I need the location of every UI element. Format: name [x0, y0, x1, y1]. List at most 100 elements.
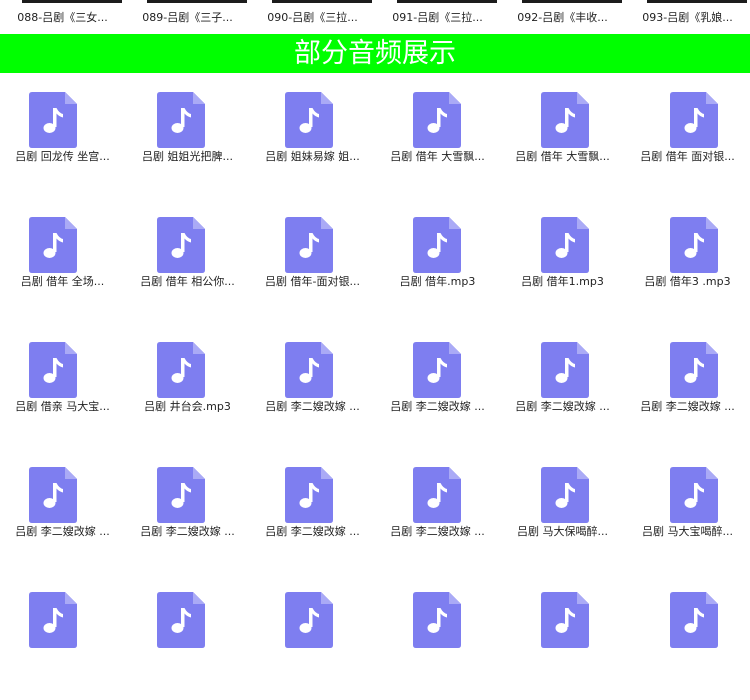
audio-file-label: 吕剧 借亲 马大宝...	[15, 400, 110, 413]
audio-file-label: 吕剧 借年 相公你...	[140, 275, 235, 288]
audio-file-item[interactable]: 吕剧 借亲 马大宝...	[0, 325, 125, 450]
audio-file-item[interactable]: 吕剧 借年 大雪飘...	[500, 75, 625, 200]
video-item[interactable]: 091-吕剧《三拉...	[375, 0, 500, 34]
music-note-file-icon[interactable]	[29, 217, 77, 273]
audio-file-label: 吕剧 借年 面对银...	[640, 150, 735, 163]
music-note-file-icon[interactable]	[29, 592, 77, 648]
video-thumbnail-row: 088-吕剧《三女... 089-吕剧《三子... 090-吕剧《三拉... 091-…	[0, 0, 750, 34]
audio-file-label: 吕剧 借年.mp3	[399, 275, 476, 288]
music-note-file-icon[interactable]	[413, 342, 461, 398]
music-note-file-icon[interactable]	[285, 342, 333, 398]
audio-file-item[interactable]	[125, 575, 250, 700]
music-note-file-icon[interactable]	[413, 217, 461, 273]
video-label: 093-吕剧《乳娘...	[642, 11, 733, 24]
audio-file-item[interactable]: 吕剧 井台会.mp3	[125, 325, 250, 450]
audio-file-item[interactable]: 吕剧 李二嫂改嫁 ...	[375, 325, 500, 450]
audio-file-item[interactable]: 吕剧 借年 相公你...	[125, 200, 250, 325]
video-item[interactable]: 093-吕剧《乳娘...	[625, 0, 750, 34]
audio-file-item[interactable]: 吕剧 借年.mp3	[375, 200, 500, 325]
audio-file-label: 吕剧 姐妹易嫁 姐...	[265, 150, 360, 163]
music-note-file-icon[interactable]	[541, 467, 589, 523]
audio-file-item[interactable]: 吕剧 姐妹易嫁 姐...	[250, 75, 375, 200]
video-thumbnail[interactable]	[522, 0, 622, 3]
music-note-file-icon[interactable]	[29, 92, 77, 148]
audio-file-item[interactable]: 吕剧 借年1.mp3	[500, 200, 625, 325]
audio-file-item[interactable]	[500, 575, 625, 700]
audio-file-label: 吕剧 借年1.mp3	[521, 275, 604, 288]
audio-file-item[interactable]: 吕剧 李二嫂改嫁 ...	[375, 450, 500, 575]
music-note-file-icon[interactable]	[157, 467, 205, 523]
audio-file-item[interactable]: 吕剧 李二嫂改嫁 ...	[250, 450, 375, 575]
audio-file-label: 吕剧 井台会.mp3	[144, 400, 231, 413]
music-note-file-icon[interactable]	[413, 92, 461, 148]
video-thumbnail[interactable]	[397, 0, 497, 3]
audio-file-label: 吕剧 李二嫂改嫁 ...	[140, 525, 235, 538]
music-note-file-icon[interactable]	[157, 92, 205, 148]
music-note-file-icon[interactable]	[285, 217, 333, 273]
music-note-file-icon[interactable]	[29, 342, 77, 398]
music-note-file-icon[interactable]	[29, 467, 77, 523]
music-note-file-icon[interactable]	[285, 592, 333, 648]
video-thumbnail[interactable]	[647, 0, 747, 3]
video-item[interactable]: 092-吕剧《丰收...	[500, 0, 625, 34]
music-note-file-icon[interactable]	[670, 92, 718, 148]
audio-file-item[interactable]: 吕剧 李二嫂改嫁 ...	[250, 325, 375, 450]
music-note-file-icon[interactable]	[670, 217, 718, 273]
audio-file-label: 吕剧 李二嫂改嫁 ...	[15, 525, 110, 538]
music-note-file-icon[interactable]	[670, 342, 718, 398]
audio-file-label: 吕剧 李二嫂改嫁 ...	[640, 400, 735, 413]
audio-file-item[interactable]: 吕剧 李二嫂改嫁 ...	[625, 325, 750, 450]
music-note-file-icon[interactable]	[670, 592, 718, 648]
audio-file-item[interactable]: 吕剧 李二嫂改嫁 ...	[500, 325, 625, 450]
music-note-file-icon[interactable]	[541, 217, 589, 273]
music-note-file-icon[interactable]	[285, 92, 333, 148]
audio-file-item[interactable]: 吕剧 借年-面对银...	[250, 200, 375, 325]
music-note-file-icon[interactable]	[157, 342, 205, 398]
music-note-file-icon[interactable]	[541, 592, 589, 648]
audio-file-item[interactable]: 吕剧 借年 大雪飘...	[375, 75, 500, 200]
audio-file-item[interactable]: 吕剧 借年 面对银...	[625, 75, 750, 200]
audio-file-label: 吕剧 马大保喝醉...	[517, 525, 608, 538]
music-note-file-icon[interactable]	[541, 342, 589, 398]
audio-file-label: 吕剧 借年 大雪飘...	[390, 150, 485, 163]
video-thumbnail[interactable]	[272, 0, 372, 3]
section-banner: 部分音频展示	[0, 34, 750, 73]
audio-file-label: 吕剧 借年 全场...	[20, 275, 105, 288]
music-note-file-icon[interactable]	[157, 217, 205, 273]
audio-file-label: 吕剧 李二嫂改嫁 ...	[390, 525, 485, 538]
audio-file-item[interactable]: 吕剧 借年 全场...	[0, 200, 125, 325]
video-thumbnail[interactable]	[147, 0, 247, 3]
audio-file-item[interactable]: 吕剧 李二嫂改嫁 ...	[0, 450, 125, 575]
video-item[interactable]: 088-吕剧《三女...	[0, 0, 125, 34]
audio-file-item[interactable]: 吕剧 借年3 .mp3	[625, 200, 750, 325]
audio-file-item[interactable]: 吕剧 姐姐光把脾...	[125, 75, 250, 200]
audio-file-item[interactable]: 吕剧 李二嫂改嫁 ...	[125, 450, 250, 575]
audio-file-label: 吕剧 借年 大雪飘...	[515, 150, 610, 163]
music-note-file-icon[interactable]	[157, 592, 205, 648]
video-item[interactable]: 089-吕剧《三子...	[125, 0, 250, 34]
music-note-file-icon[interactable]	[413, 467, 461, 523]
music-note-file-icon[interactable]	[670, 467, 718, 523]
audio-file-item[interactable]	[625, 575, 750, 700]
audio-file-label: 吕剧 借年-面对银...	[265, 275, 360, 288]
music-note-file-icon[interactable]	[541, 92, 589, 148]
audio-file-label: 吕剧 李二嫂改嫁 ...	[265, 400, 360, 413]
audio-file-item[interactable]	[250, 575, 375, 700]
music-note-file-icon[interactable]	[413, 592, 461, 648]
audio-file-item[interactable]: 吕剧 马大保喝醉...	[500, 450, 625, 575]
video-label: 090-吕剧《三拉...	[267, 11, 358, 24]
audio-file-item[interactable]: 吕剧 回龙传 坐宫...	[0, 75, 125, 200]
audio-file-item[interactable]	[0, 575, 125, 700]
video-label: 091-吕剧《三拉...	[392, 11, 483, 24]
audio-file-label: 吕剧 姐姐光把脾...	[142, 150, 233, 163]
banner-title: 部分音频展示	[294, 38, 456, 69]
video-label: 092-吕剧《丰收...	[517, 11, 608, 24]
music-note-file-icon[interactable]	[285, 467, 333, 523]
audio-file-item[interactable]	[375, 575, 500, 700]
audio-file-label: 吕剧 回龙传 坐宫...	[15, 150, 110, 163]
video-thumbnail[interactable]	[22, 0, 122, 3]
audio-file-item[interactable]: 吕剧 马大宝喝醉...	[625, 450, 750, 575]
video-label: 089-吕剧《三子...	[142, 11, 233, 24]
audio-file-label: 吕剧 李二嫂改嫁 ...	[390, 400, 485, 413]
video-item[interactable]: 090-吕剧《三拉...	[250, 0, 375, 34]
